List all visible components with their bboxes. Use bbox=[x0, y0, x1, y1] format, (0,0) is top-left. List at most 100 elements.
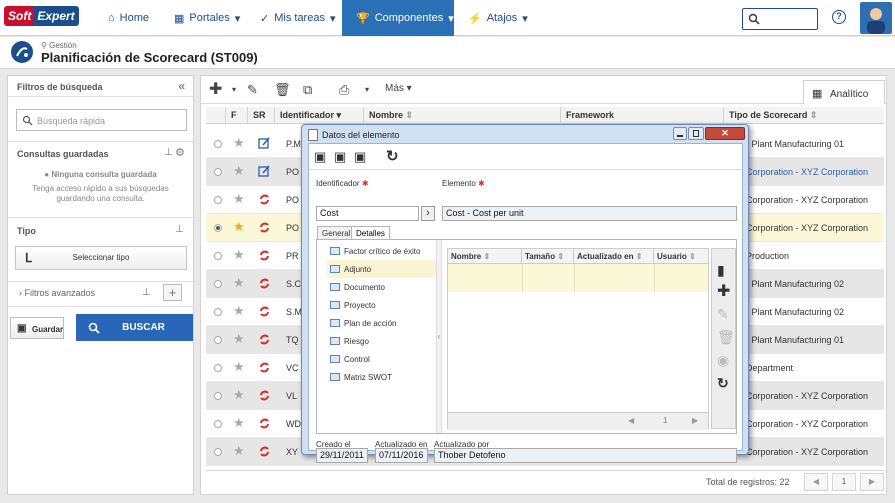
prev-page-button[interactable]: ◀ bbox=[628, 416, 634, 425]
favorite-star-icon[interactable]: ★ bbox=[233, 192, 245, 206]
col-attach-name[interactable]: Nombre ⇕ bbox=[448, 249, 522, 264]
add-icon[interactable]: ✚ bbox=[209, 79, 222, 99]
add-icon[interactable]: ✚ bbox=[717, 284, 730, 300]
maximize-button[interactable] bbox=[688, 127, 704, 140]
row-select-radio[interactable] bbox=[214, 392, 222, 400]
refresh-icon[interactable]: ↻ bbox=[386, 147, 399, 165]
pencil-edit-icon[interactable]: ✎ bbox=[247, 82, 258, 98]
col-attach-user[interactable]: Usuario ⇕ bbox=[654, 249, 710, 264]
help-icon[interactable]: ? bbox=[832, 10, 846, 24]
nav-mis-tareas[interactable]: ✓ Mis tareas ▾ bbox=[260, 0, 340, 36]
nav-home[interactable]: ⌂ Home bbox=[108, 0, 158, 36]
minimize-button[interactable] bbox=[673, 127, 687, 140]
favorite-star-icon[interactable]: ★ bbox=[233, 444, 245, 458]
details-nav-item[interactable]: Documento bbox=[327, 278, 442, 296]
col-status[interactable]: SR bbox=[248, 107, 275, 124]
favorite-star-icon[interactable]: ★ bbox=[233, 416, 245, 430]
close-button[interactable]: ✕ bbox=[705, 127, 745, 140]
element-field[interactable]: Cost - Cost per unit bbox=[442, 206, 737, 221]
breadcrumb[interactable]: ⚲ Gestión bbox=[41, 41, 77, 50]
prev-page-button[interactable]: ◀ bbox=[804, 473, 828, 491]
nav-componentes[interactable]: 🏆 Componentes ▾ bbox=[342, 0, 454, 36]
identifier-next-button[interactable]: › bbox=[421, 206, 435, 221]
eye-icon[interactable]: ◉ bbox=[717, 353, 729, 367]
saved-hint-line2: guardando una consulta. bbox=[56, 194, 145, 203]
col-attach-size[interactable]: Tamaño ⇕ bbox=[522, 249, 574, 264]
col-favorite[interactable]: F bbox=[226, 107, 248, 124]
row-select-radio[interactable] bbox=[214, 448, 222, 456]
select-type-button[interactable]: ᒪ Seleccionar tipo bbox=[15, 246, 187, 270]
favorite-star-icon[interactable]: ★ bbox=[233, 304, 245, 318]
row-select-radio[interactable] bbox=[214, 420, 222, 428]
favorite-star-icon[interactable]: ★ bbox=[233, 164, 245, 178]
attachment-row[interactable] bbox=[448, 264, 708, 292]
save-query-button[interactable]: ▣ Guardar bbox=[10, 317, 64, 339]
favorite-star-icon[interactable]: ★ bbox=[233, 388, 245, 402]
row-select-radio[interactable] bbox=[214, 252, 222, 260]
favorite-star-icon[interactable]: ★ bbox=[233, 220, 245, 234]
favorite-star-icon[interactable]: ★ bbox=[233, 360, 245, 374]
details-nav-item[interactable]: Proyecto bbox=[327, 296, 442, 314]
favorite-star-icon[interactable]: ★ bbox=[233, 248, 245, 262]
pencil-edit-icon[interactable]: ✎ bbox=[717, 307, 729, 321]
col-framework[interactable]: Framework bbox=[561, 107, 724, 124]
grid-icon: ▦ bbox=[174, 12, 185, 25]
quick-search-input[interactable]: Búsqueda rápida bbox=[16, 109, 187, 131]
col-identifier[interactable]: Identificador ▾ bbox=[275, 107, 364, 124]
cycle-status-icon bbox=[258, 249, 271, 264]
save-new-icon[interactable]: ▣ bbox=[314, 149, 326, 165]
next-page-button[interactable]: ▶ bbox=[692, 416, 698, 425]
row-select-radio[interactable] bbox=[214, 168, 222, 176]
search-icon bbox=[88, 322, 100, 334]
next-page-button[interactable]: ▶ bbox=[860, 473, 884, 491]
refresh-icon[interactable]: ↻ bbox=[717, 376, 729, 390]
nav-portales[interactable]: ▦ Portales ▾ bbox=[174, 0, 244, 36]
favorite-star-icon[interactable]: ★ bbox=[233, 332, 245, 346]
nav-atajos[interactable]: ⚡ Atajos ▾ bbox=[468, 0, 528, 36]
global-search-input[interactable] bbox=[742, 8, 818, 30]
row-select-radio[interactable] bbox=[214, 308, 222, 316]
details-nav-item[interactable]: Riesgo bbox=[327, 332, 442, 350]
details-nav-item[interactable]: Adjunto bbox=[327, 260, 442, 278]
trash-icon[interactable]: 🗑 bbox=[274, 82, 291, 98]
save-icon[interactable]: ▣ bbox=[334, 149, 346, 165]
tab-general[interactable]: General bbox=[317, 226, 356, 239]
advanced-filters-toggle[interactable]: › Filtros avanzados bbox=[19, 288, 95, 298]
printer-icon[interactable]: ⎙ bbox=[339, 82, 349, 98]
details-nav-item[interactable]: Factor crítico de éxito bbox=[327, 242, 442, 260]
user-avatar[interactable] bbox=[860, 2, 892, 34]
softexpert-logo[interactable]: Soft Expert bbox=[4, 6, 92, 26]
pin-icon[interactable]: ⊥ bbox=[164, 147, 173, 158]
col-attach-updated[interactable]: Actualizado en ⇕ bbox=[574, 249, 654, 264]
row-select-radio[interactable] bbox=[214, 140, 222, 148]
row-select-radio[interactable] bbox=[214, 336, 222, 344]
add-filter-button[interactable]: + bbox=[163, 284, 182, 301]
collapse-panel-icon[interactable]: « bbox=[178, 79, 185, 93]
gear-icon[interactable]: ⚙ bbox=[175, 146, 185, 159]
tab-detalles[interactable]: Detalles bbox=[351, 226, 390, 239]
details-nav-item[interactable]: Plan de acción bbox=[327, 314, 442, 332]
caret-down-icon[interactable]: ▾ bbox=[232, 85, 236, 94]
more-menu-button[interactable]: Más ▾ bbox=[385, 83, 412, 94]
tab-analitico[interactable]: ▦ Analítico bbox=[803, 80, 885, 104]
pin-icon[interactable]: ⊥ bbox=[142, 287, 151, 298]
panel-splitter[interactable]: ‹ bbox=[436, 240, 442, 433]
col-scorecard-type[interactable]: Tipo de Scorecard ⇕ bbox=[724, 107, 884, 124]
favorite-star-icon[interactable]: ★ bbox=[233, 276, 245, 290]
col-name[interactable]: Nombre ⇕ bbox=[364, 107, 561, 124]
row-select-radio[interactable] bbox=[214, 224, 222, 232]
copy-icon[interactable]: ⧉ bbox=[303, 82, 312, 98]
details-nav-item[interactable]: Matriz SWOT bbox=[327, 368, 442, 386]
row-select-radio[interactable] bbox=[214, 280, 222, 288]
trash-icon[interactable]: 🗑 bbox=[717, 330, 735, 344]
caret-down-icon[interactable]: ▾ bbox=[365, 85, 369, 94]
search-button[interactable]: BUSCAR bbox=[76, 314, 193, 341]
pin-icon[interactable]: ⊥ bbox=[175, 224, 184, 235]
file-icon[interactable]: ▮ bbox=[717, 263, 725, 277]
row-select-radio[interactable] bbox=[214, 196, 222, 204]
row-select-radio[interactable] bbox=[214, 364, 222, 372]
favorite-star-icon[interactable]: ★ bbox=[233, 136, 245, 150]
details-nav-item[interactable]: Control bbox=[327, 350, 442, 368]
save-close-icon[interactable]: ▣ bbox=[354, 149, 366, 165]
identifier-field[interactable]: Cost bbox=[316, 206, 419, 221]
